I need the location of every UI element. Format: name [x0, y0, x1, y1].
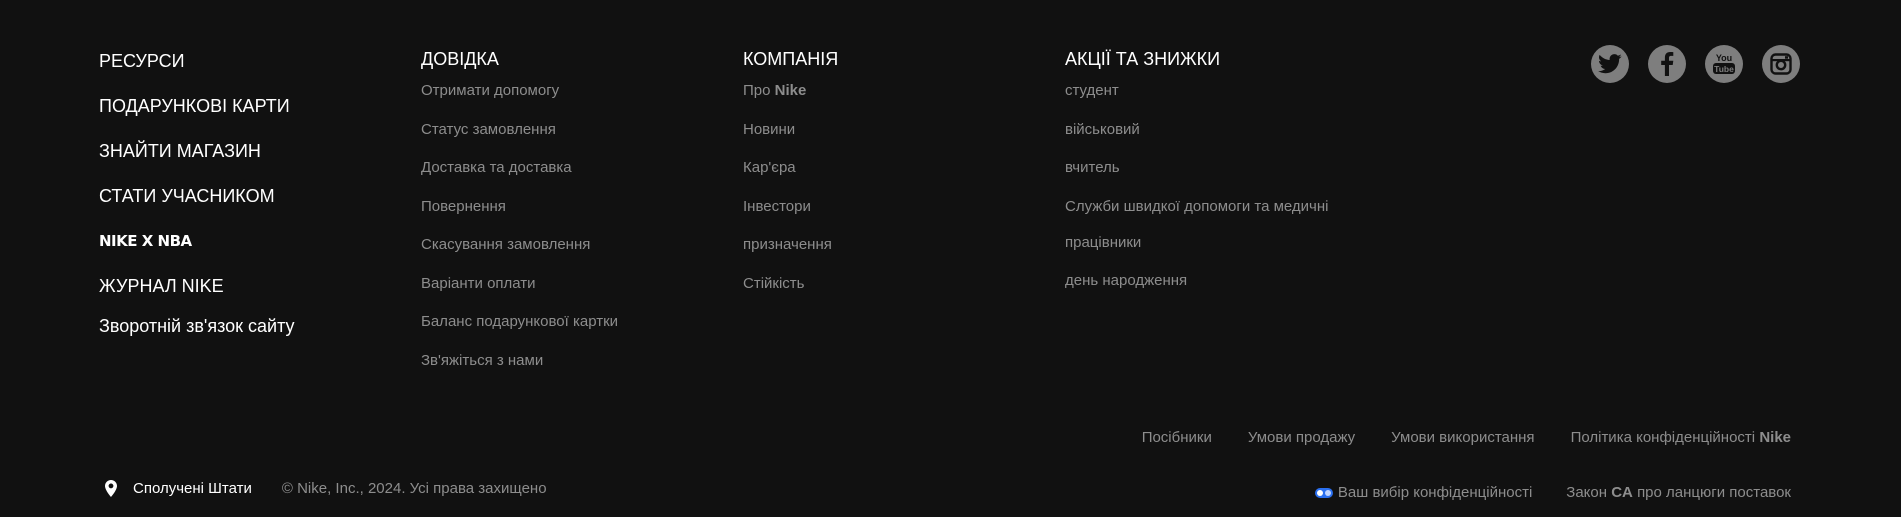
about-nike-link[interactable]: Про Nike: [743, 82, 838, 100]
help-column: ДОВІДКА Отримати допомогу Статус замовле…: [421, 48, 618, 390]
footer-bottom-left: Сполучені Штати © Nike, Inc., 2024. Усі …: [105, 480, 547, 497]
sustainability-link[interactable]: Стійкість: [743, 275, 838, 293]
company-heading[interactable]: КОМПАНІЯ: [743, 48, 838, 70]
birthday-link[interactable]: день народження: [1065, 272, 1365, 290]
get-help-link[interactable]: Отримати допомогу: [421, 82, 618, 100]
purpose-link[interactable]: призначення: [743, 236, 838, 254]
promotions-heading[interactable]: АКЦІЇ ТА ЗНИЖКИ: [1065, 48, 1365, 70]
guides-link[interactable]: Посібники: [1142, 429, 1212, 446]
supply-chain-link[interactable]: Закон CA про ланцюги поставок: [1566, 484, 1791, 501]
privacy-toggle-icon: [1314, 487, 1333, 498]
location-pin-icon: [105, 480, 117, 497]
terms-of-use-link[interactable]: Умови використання: [1391, 429, 1534, 446]
resources-column: РЕСУРСИ ПОДАРУНКОВІ КАРТИ ЗНАЙТИ МАГАЗИН…: [99, 50, 295, 360]
contact-us-link[interactable]: Зв'яжіться з нами: [421, 352, 618, 370]
military-link[interactable]: військовий: [1065, 121, 1365, 139]
returns-link[interactable]: Повернення: [421, 198, 618, 216]
about-brand: Nike: [774, 82, 807, 99]
copyright-text: © Nike, Inc., 2024. Усі права захищено: [281, 480, 547, 497]
first-responders-link[interactable]: Служби швидкої допомоги та медичні праці…: [1065, 189, 1365, 261]
nike-journal-link[interactable]: ЖУРНАЛ NIKE: [99, 275, 295, 315]
supply-chain-prefix: Закон: [1566, 484, 1608, 501]
investors-link[interactable]: Інвестори: [743, 198, 838, 216]
company-column: КОМПАНІЯ Про Nike Новини Кар'єра Інвесто…: [743, 48, 838, 313]
privacy-policy-brand: Nike: [1759, 429, 1791, 446]
help-heading[interactable]: ДОВІДКА: [421, 48, 618, 70]
legal-links: Посібники Умови продажу Умови використан…: [1142, 429, 1791, 446]
become-member-link[interactable]: СТАТИ УЧАСНИКОМ: [99, 185, 295, 230]
privacy-policy-prefix: Політика конфіденційності: [1570, 429, 1756, 446]
shipping-delivery-link[interactable]: Доставка та доставка: [421, 159, 618, 177]
supply-chain-bold: CA: [1611, 484, 1633, 501]
privacy-choices-label: Ваш вибір конфіденційності: [1337, 484, 1533, 501]
find-store-link[interactable]: ЗНАЙТИ МАГАЗИН: [99, 140, 295, 185]
promotions-column: АКЦІЇ ТА ЗНИЖКИ студент військовий вчите…: [1065, 48, 1365, 310]
social-links: You Tube: [1591, 45, 1800, 83]
youtube-you-text: You: [1716, 53, 1732, 63]
privacy-policy-link[interactable]: Політика конфіденційності Nike: [1571, 429, 1791, 446]
careers-link[interactable]: Кар'єра: [743, 159, 838, 177]
about-prefix: Про: [743, 82, 771, 99]
youtube-icon[interactable]: You Tube: [1705, 45, 1743, 83]
youtube-tube-text: Tube: [1714, 64, 1734, 74]
site-feedback-link[interactable]: Зворотній зв'язок сайту: [99, 315, 295, 360]
resources-link[interactable]: РЕСУРСИ: [99, 50, 295, 95]
terms-of-sale-link[interactable]: Умови продажу: [1248, 429, 1355, 446]
location-label: Сполучені Штати: [133, 480, 252, 497]
facebook-icon[interactable]: [1648, 45, 1686, 83]
student-link[interactable]: студент: [1065, 82, 1365, 100]
instagram-icon[interactable]: [1762, 45, 1800, 83]
news-link[interactable]: Новини: [743, 121, 838, 139]
twitter-icon[interactable]: [1591, 45, 1629, 83]
privacy-choices-link[interactable]: Ваш вибір конфіденційності: [1314, 484, 1533, 501]
order-status-link[interactable]: Статус замовлення: [421, 121, 618, 139]
supply-chain-suffix: про ланцюги поставок: [1637, 484, 1791, 501]
payment-options-link[interactable]: Варіанти оплати: [421, 275, 618, 293]
teacher-link[interactable]: вчитель: [1065, 159, 1365, 177]
gift-cards-link[interactable]: ПОДАРУНКОВІ КАРТИ: [99, 95, 295, 140]
location-selector[interactable]: Сполучені Штати: [105, 480, 252, 497]
nike-x-nba-link[interactable]: NIKE X NBA: [99, 230, 295, 275]
gift-card-balance-link[interactable]: Баланс подарункової картки: [421, 313, 618, 331]
order-cancellation-link[interactable]: Скасування замовлення: [421, 236, 618, 254]
footer-bottom-right: Ваш вибір конфіденційності Закон CA про …: [1314, 484, 1791, 501]
